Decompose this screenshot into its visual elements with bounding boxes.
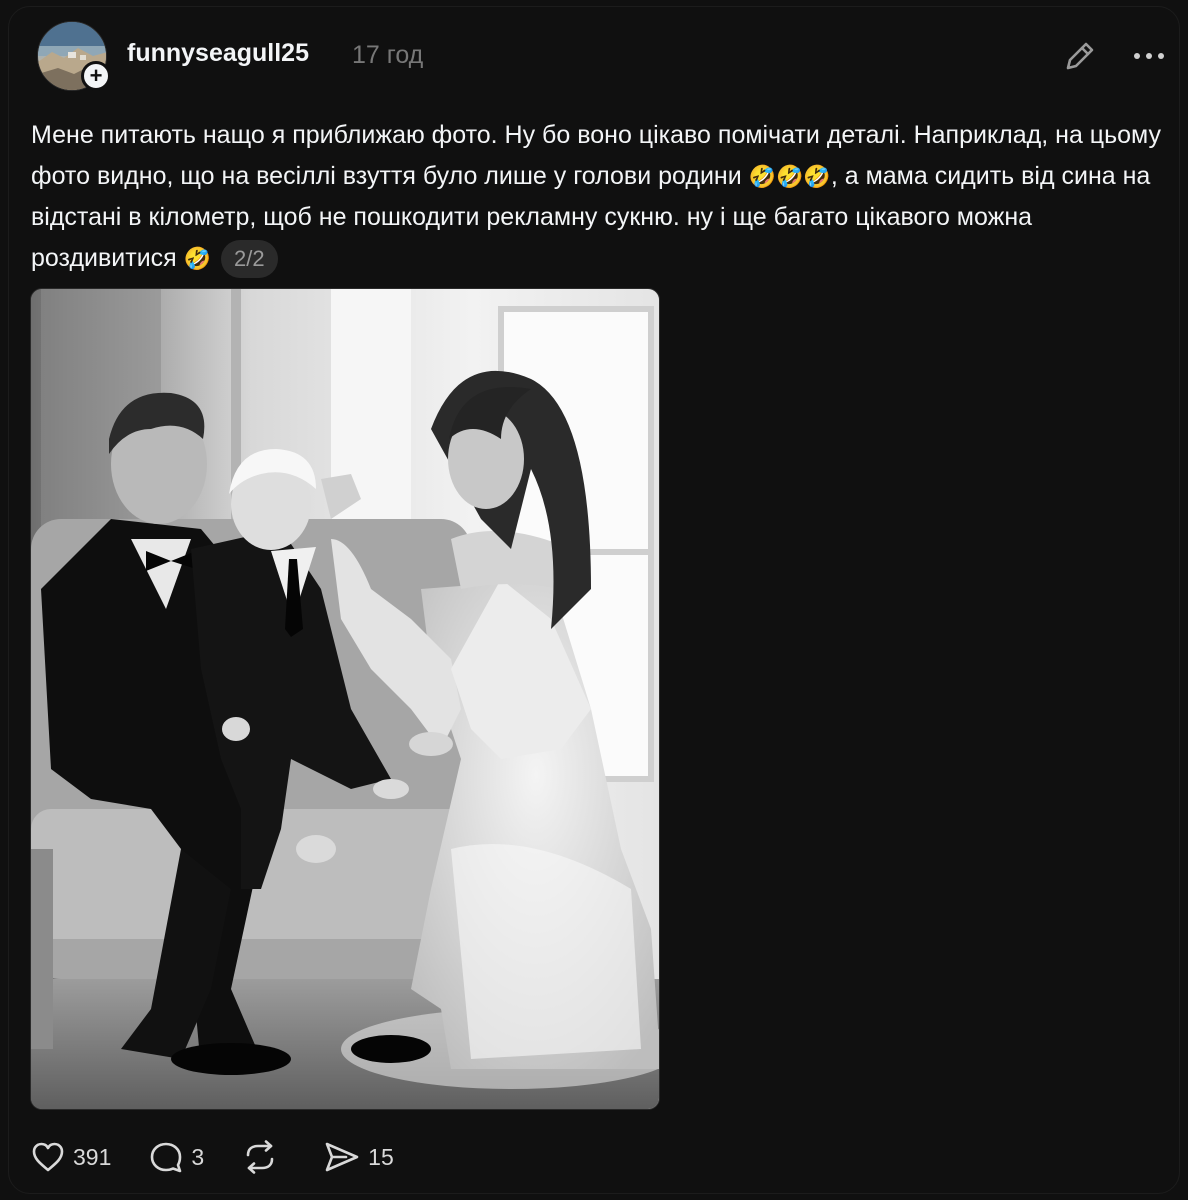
reply-button[interactable]: 3 — [149, 1141, 204, 1173]
repost-button[interactable] — [242, 1140, 286, 1174]
laughing-emoji-group: 🤣🤣🤣 — [748, 163, 831, 189]
like-count: 391 — [73, 1143, 112, 1170]
carousel-counter: 2/2 — [221, 239, 278, 278]
author-avatar[interactable]: + — [37, 21, 111, 93]
post-timestamp[interactable]: 17 год — [352, 41, 423, 70]
share-button[interactable]: 15 — [324, 1141, 394, 1173]
post-body-text: Мене питають нащо я приближаю фото. Ну б… — [31, 115, 1171, 279]
comment-icon — [151, 1142, 182, 1173]
post-photo[interactable] — [30, 288, 660, 1110]
like-button[interactable]: 391 — [31, 1141, 111, 1173]
more-options-icon[interactable] — [1129, 37, 1169, 75]
repost-icon — [246, 1140, 274, 1174]
share-icon — [325, 1142, 359, 1172]
edit-icon[interactable] — [1061, 37, 1099, 75]
laughing-emoji: 🤣 — [183, 245, 212, 271]
reply-count: 3 — [191, 1143, 205, 1170]
follow-plus-icon[interactable]: + — [81, 61, 111, 91]
share-count: 15 — [368, 1143, 394, 1170]
author-username[interactable]: funnyseagull25 — [127, 39, 309, 68]
heart-icon — [32, 1142, 64, 1172]
post-actions-bar: 391 3 15 — [31, 1137, 432, 1177]
post-card: + funnyseagull25 17 год Мене питають нащ… — [8, 6, 1180, 1194]
